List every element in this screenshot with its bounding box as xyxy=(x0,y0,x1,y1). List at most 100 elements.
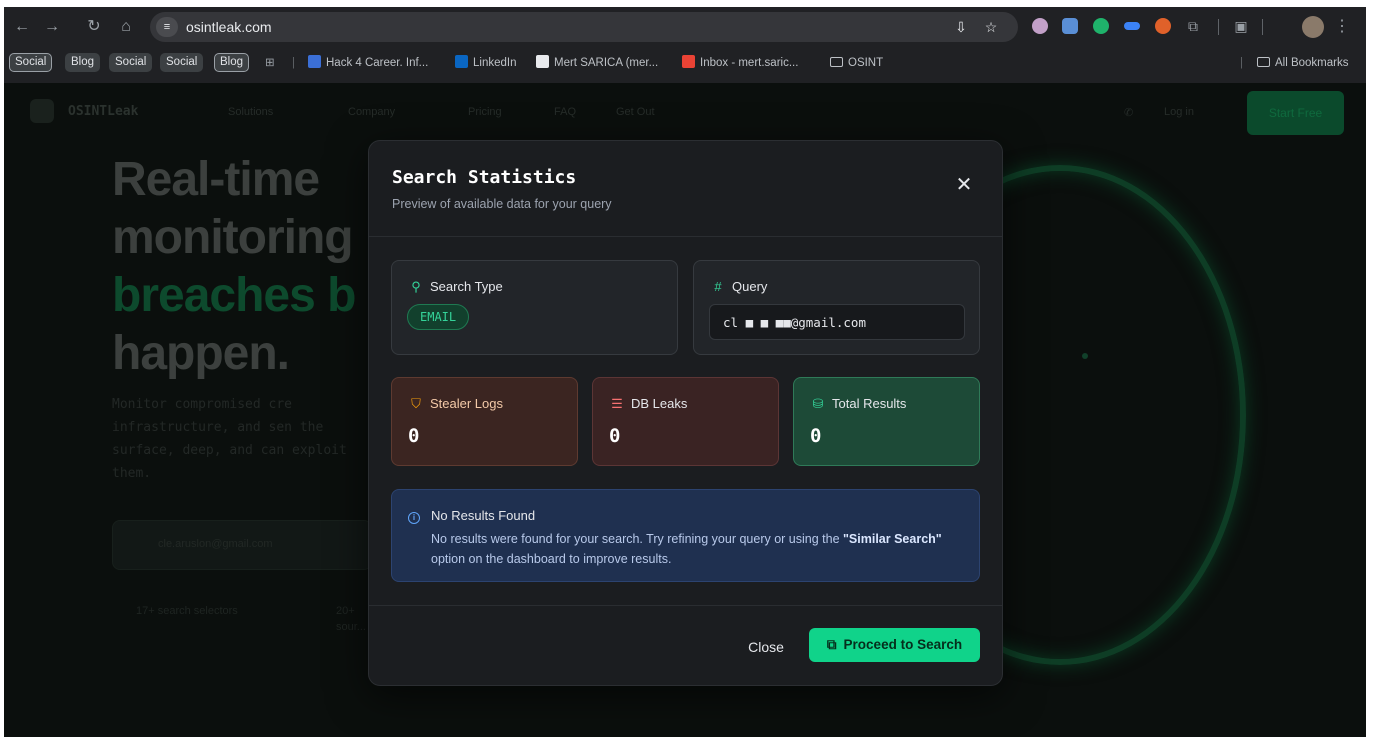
bookmark-label: Mert SARICA (mer... xyxy=(554,57,659,69)
bookmark-label: Hack 4 Career. Inf... xyxy=(326,57,429,69)
toolbar-divider xyxy=(1218,19,1219,35)
bookmark-hack4career[interactable]: Hack 4 Career. Inf... xyxy=(308,55,428,71)
extension-icon[interactable] xyxy=(1124,22,1140,30)
stat-label-text: Stealer Logs xyxy=(430,396,503,411)
proceed-label: Proceed to Search xyxy=(843,637,963,652)
stealer-logs-label: ⛉ Stealer Logs xyxy=(408,396,503,412)
back-icon[interactable]: ← xyxy=(12,17,32,37)
no-results-notice: i No Results Found No results were found… xyxy=(391,489,980,582)
url-text[interactable]: osintleak.com xyxy=(186,19,272,35)
apps-grid-icon[interactable]: ⊞ xyxy=(265,55,275,71)
bookmarks-divider: | xyxy=(292,57,295,69)
total-results-label: ⛁ Total Results xyxy=(810,396,907,412)
bookmark-label: Inbox - mert.saric... xyxy=(700,57,799,69)
stat-label-text: Total Results xyxy=(832,396,907,411)
search-type-card: ⚲ Search Type EMAIL xyxy=(391,260,678,355)
bookmark-chip-blog[interactable]: Blog xyxy=(214,53,250,72)
notice-title: No Results Found xyxy=(431,508,536,523)
hero-title-highlight: breaches b xyxy=(112,269,356,322)
install-app-icon[interactable]: ⇩ xyxy=(952,18,970,36)
stat-label-text: DB Leaks xyxy=(631,396,688,411)
search-type-badge: EMAIL xyxy=(407,304,470,330)
search-type-label-text: Search Type xyxy=(430,279,503,294)
external-link-icon: ⧉ xyxy=(826,637,837,652)
site-info-icon[interactable]: ≡ xyxy=(156,17,178,37)
db-leaks-count: 0 xyxy=(609,425,621,447)
notice-body-text: option on the dashboard to improve resul… xyxy=(431,552,672,566)
bookmark-folder-osint[interactable]: OSINT xyxy=(830,55,883,71)
bookmark-chip-social[interactable]: Social xyxy=(160,53,204,72)
modal-subtitle: Preview of available data for your query xyxy=(392,197,612,211)
hash-icon: # xyxy=(714,279,722,294)
bookmark-chip-blog[interactable]: Blog xyxy=(65,53,101,72)
start-free-button[interactable]: Start Free xyxy=(1247,91,1344,135)
site-logo[interactable] xyxy=(30,99,54,123)
folder-icon xyxy=(1257,57,1270,67)
bookmark-label: OSINT xyxy=(848,57,884,69)
close-button[interactable]: Close xyxy=(741,630,791,664)
reload-icon[interactable]: ↻ xyxy=(84,17,104,37)
all-bookmarks-folder[interactable]: All Bookmarks xyxy=(1257,55,1349,71)
total-results-count: 0 xyxy=(810,425,822,447)
db-leaks-card: ☰ DB Leaks 0 xyxy=(592,377,779,466)
database-icon: ⛁ xyxy=(812,396,824,411)
bookmark-star-icon[interactable]: ☆ xyxy=(982,18,1000,36)
gmail-icon xyxy=(682,55,695,68)
site-brand[interactable]: OSINTLeak xyxy=(68,104,138,119)
linkedin-icon xyxy=(455,55,468,68)
stealer-logs-count: 0 xyxy=(408,425,420,447)
browser-toolbar: ← → ↻ ⌂ ≡ osintleak.com ⇩ ☆ ⧉ ▣ ⋮ xyxy=(4,7,1366,47)
profile-avatar[interactable] xyxy=(1302,16,1324,38)
notice-body-text: No results were found for your search. T… xyxy=(431,532,843,546)
bookmarks-bar: Social Blog Social Social Blog ⊞ | Hack … xyxy=(4,51,1366,75)
modal-divider xyxy=(369,236,1002,237)
home-icon[interactable]: ⌂ xyxy=(116,17,136,37)
hero-title: Real-time monitoring breaches b happen. xyxy=(112,151,372,383)
address-bar[interactable]: ≡ osintleak.com ⇩ ☆ xyxy=(150,12,1018,42)
close-icon[interactable]: ✕ xyxy=(954,175,974,195)
hero-stat: 17+ search selectors xyxy=(136,605,238,617)
proceed-to-search-button[interactable]: ⧉ Proceed to Search xyxy=(809,628,980,662)
bookmarks-divider: | xyxy=(1240,57,1243,69)
nav-get-out[interactable]: Get Out xyxy=(616,106,655,118)
bookmark-label: LinkedIn xyxy=(473,57,517,69)
extension-icon[interactable] xyxy=(1032,18,1048,34)
nav-faq[interactable]: FAQ xyxy=(554,106,576,118)
query-value-box: cl ■ ■ ■■@gmail.com xyxy=(709,304,965,340)
modal-title: Search Statistics xyxy=(392,167,577,188)
nav-solutions[interactable]: Solutions xyxy=(228,106,273,118)
nav-company[interactable]: Company xyxy=(348,106,395,118)
reading-list-icon[interactable]: ▣ xyxy=(1232,17,1250,35)
bookmark-x-profile[interactable]: Mert SARICA (mer... xyxy=(536,55,658,71)
modal-divider xyxy=(369,605,1002,606)
translate-extension-icon[interactable] xyxy=(1062,18,1078,34)
browser-menu-icon[interactable]: ⋮ xyxy=(1334,17,1350,37)
bookmark-gmail-inbox[interactable]: Inbox - mert.saric... xyxy=(682,55,798,71)
forward-icon[interactable]: → xyxy=(42,17,62,37)
total-results-card: ⛁ Total Results 0 xyxy=(793,377,980,466)
extension-icon[interactable] xyxy=(1155,18,1171,34)
toolbar-divider xyxy=(1262,19,1263,35)
decorative-dot xyxy=(1082,353,1088,359)
hero-description: Monitor compromised cre infrastructure, … xyxy=(112,397,347,481)
hack4career-favicon-icon xyxy=(308,55,321,68)
db-leaks-label: ☰ DB Leaks xyxy=(609,396,687,412)
hero-search-text: cle.aruslon@gmail.com xyxy=(158,538,273,550)
phone-icon[interactable]: ✆ xyxy=(1124,106,1133,119)
login-link[interactable]: Log in xyxy=(1164,106,1194,118)
all-bookmarks-label: All Bookmarks xyxy=(1275,57,1349,69)
query-value: cl ■ ■ ■■@gmail.com xyxy=(723,315,866,330)
bookmark-chip-social[interactable]: Social xyxy=(9,53,53,72)
hero-search-input[interactable]: cle.aruslon@gmail.com xyxy=(112,520,372,570)
query-card: # Query cl ■ ■ ■■@gmail.com xyxy=(693,260,980,355)
query-label-text: Query xyxy=(732,279,768,294)
hero-title-line: monitoring xyxy=(112,211,354,264)
bookmark-chip-social[interactable]: Social xyxy=(109,53,153,72)
nav-pricing[interactable]: Pricing xyxy=(468,106,502,118)
site-navbar: OSINTLeak Solutions Company Pricing FAQ … xyxy=(4,83,1366,143)
hero-title-line: happen. xyxy=(112,327,290,380)
extensions-puzzle-icon[interactable]: ⧉ xyxy=(1184,17,1202,35)
search-statistics-modal: Search Statistics Preview of available d… xyxy=(368,140,1003,686)
bookmark-linkedin[interactable]: LinkedIn xyxy=(455,55,516,71)
grammarly-extension-icon[interactable] xyxy=(1093,18,1109,34)
